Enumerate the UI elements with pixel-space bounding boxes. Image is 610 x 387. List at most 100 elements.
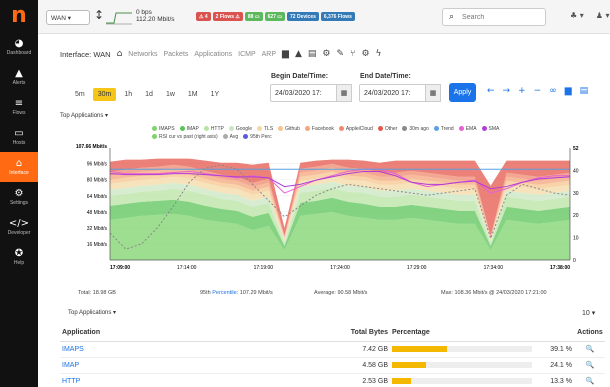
nav-link-applications[interactable]: Applications — [194, 51, 232, 58]
cogs-icon[interactable]: ⚙ — [361, 49, 369, 59]
branch-icon[interactable]: ⑂ — [350, 49, 355, 59]
status-badge[interactable]: 2 Flows ⚠ — [212, 12, 243, 21]
begin-date-input[interactable]: 24/03/2020 17: — [270, 84, 338, 102]
user-menu[interactable]: ♟ ▾ — [596, 11, 610, 20]
col-application[interactable]: Application — [60, 325, 330, 342]
apply-button[interactable]: Apply — [449, 83, 476, 102]
nav-link-packets[interactable]: Packets — [163, 51, 188, 58]
end-date-input[interactable]: 24/03/2020 17: — [359, 84, 427, 102]
legend-item-google[interactable]: Google — [228, 125, 252, 133]
legend-item-imap[interactable]: IMAP — [179, 125, 199, 133]
page-size-select[interactable]: 10 ▾ — [582, 309, 595, 317]
legend-item-tls[interactable]: TLS — [256, 125, 273, 133]
legend-item-30m-ago[interactable]: 30m ago — [402, 125, 429, 133]
search-box[interactable]: ⌕ — [442, 8, 546, 26]
alerts-menu[interactable]: ♣ ▾ — [570, 11, 584, 20]
percentage-bar — [392, 361, 532, 368]
sidebar-item-developer[interactable]: </> Developer — [0, 212, 38, 242]
dashboard-icon: ◕ — [14, 38, 24, 49]
nav-link-arp[interactable]: ARP — [262, 51, 276, 58]
chart-icon[interactable]: ▆ — [565, 86, 572, 96]
range-5m[interactable]: 5m — [70, 88, 90, 101]
interface-selector-label: WAN ▾ — [51, 14, 71, 22]
search-input[interactable] — [462, 13, 533, 21]
status-badge[interactable]: 72 Devices — [287, 12, 319, 21]
status-badge[interactable]: ⚠ 4 — [196, 12, 211, 21]
bolt-icon[interactable]: ϟ — [376, 49, 382, 59]
legend-label: AppleiCloud — [345, 126, 373, 132]
range-1Y[interactable]: 1Y — [206, 88, 225, 101]
zoom-out-icon[interactable]: − — [534, 86, 542, 96]
search-icon[interactable]: 🔍 — [575, 357, 605, 374]
flows-icon: ≡ — [14, 98, 24, 109]
col-percentage[interactable]: Percentage — [390, 325, 575, 342]
percentile-link[interactable]: Percentile — [212, 290, 236, 296]
legend-item-facebook[interactable]: Facebook — [304, 125, 334, 133]
legend-item-appleicloud[interactable]: AppleiCloud — [338, 125, 373, 133]
chart-icon[interactable]: ▆ — [282, 49, 289, 59]
document-icon[interactable]: ▤ — [308, 49, 317, 59]
range-1h[interactable]: 1h — [119, 88, 137, 101]
status-badge[interactable]: 88 ▭ — [244, 12, 263, 21]
percentage-bar — [392, 345, 532, 352]
sidebar-item-alerts[interactable]: ▲ Alerts — [0, 62, 38, 92]
search-icon: ⌕ — [449, 12, 455, 22]
nav-link-icmp[interactable]: ICMP — [238, 51, 256, 58]
link-icon[interactable]: ∞ — [549, 86, 557, 96]
cell-application[interactable]: HTTP — [60, 373, 330, 387]
sidebar-item-interface[interactable]: ⌂ Interface — [0, 152, 38, 182]
legend-item-sma[interactable]: SMA — [481, 125, 499, 133]
legend-swatch — [152, 134, 157, 139]
col-total-bytes[interactable]: Total Bytes — [330, 325, 390, 342]
table-metric-dropdown[interactable]: Top Applications ▾ — [68, 309, 116, 316]
sidebar-item-settings[interactable]: ⚙ Settings — [0, 182, 38, 212]
sidebar-item-help[interactable]: ✪ Help — [0, 242, 38, 272]
ntop-logo[interactable]: n — [0, 0, 38, 32]
sidebar-item-hosts[interactable]: ▭ Hosts — [0, 122, 38, 152]
chart-metric-dropdown[interactable]: Top Applications ▾ — [60, 112, 108, 119]
sidebar-item-label: Alerts — [12, 80, 26, 86]
wrench-icon[interactable]: ✎ — [336, 49, 344, 59]
begin-calendar-icon[interactable]: ▦ — [336, 84, 352, 102]
top-bar: WAN ▾ ↕ 0 bps 112.20 Mbit/s ⚠ 42 Flows ⚠… — [38, 0, 610, 34]
back-icon[interactable]: ← — [487, 86, 495, 96]
report-icon[interactable]: ▤ — [580, 86, 589, 96]
x-tick-label: 17:34:00 — [484, 265, 504, 271]
range-1w[interactable]: 1w — [161, 88, 180, 101]
percentage-bar-fill — [392, 361, 426, 368]
sidebar-item-dashboard[interactable]: ◕ Dashboard — [0, 32, 38, 62]
cell-application[interactable]: IMAPS — [60, 341, 330, 358]
zoom-in-icon[interactable]: + — [518, 86, 526, 96]
end-calendar-icon[interactable]: ▦ — [425, 84, 441, 102]
legend-label: 30m ago — [409, 126, 429, 132]
legend-item-ema[interactable]: EMA — [458, 125, 477, 133]
sidebar-item-label: Dashboard — [6, 50, 32, 56]
range-1d[interactable]: 1d — [140, 88, 158, 101]
alert-icon[interactable]: ▲ — [295, 49, 302, 59]
table-header-row: Application Total Bytes Percentage Actio… — [60, 325, 605, 342]
legend-item-other[interactable]: Other — [377, 125, 397, 133]
legend-item-github[interactable]: Github — [278, 125, 300, 133]
range-30m[interactable]: 30m — [92, 88, 117, 101]
nav-link-networks[interactable]: Networks — [128, 51, 157, 58]
legend-item-http[interactable]: HTTP — [203, 125, 224, 133]
legend-swatch — [481, 126, 487, 131]
search-icon[interactable]: 🔍 — [575, 373, 605, 387]
sidebar: n ◕ Dashboard ▲ Alerts ≡ Flows ▭ Hosts ⌂ Interfac… — [0, 0, 38, 387]
legend-item-trend[interactable]: Trend — [433, 125, 454, 133]
settings-icon[interactable]: ⚙ — [322, 49, 330, 59]
sidebar-item-flows[interactable]: ≡ Flows — [0, 92, 38, 122]
legend-item-imaps[interactable]: IMAPS — [152, 125, 175, 133]
stat-percentile-value: : 107.29 Mbit/s — [236, 290, 273, 296]
range-1M[interactable]: 1M — [183, 88, 203, 101]
status-badge[interactable]: 627 ▭ — [264, 12, 286, 21]
interface-selector[interactable]: WAN ▾ — [46, 10, 90, 25]
search-icon[interactable]: 🔍 — [575, 341, 605, 358]
chart-nav-icons: ← → + − ∞ ▆ ▤ — [487, 86, 588, 96]
home-icon[interactable]: ⌂ — [117, 49, 123, 59]
sidebar-item-label: Help — [13, 260, 25, 266]
cell-percentage: 13.3 % — [390, 373, 575, 387]
status-badge[interactable]: 6,376 Flows — [320, 12, 355, 21]
cell-application[interactable]: IMAP — [60, 357, 330, 374]
forward-icon[interactable]: → — [503, 86, 511, 96]
